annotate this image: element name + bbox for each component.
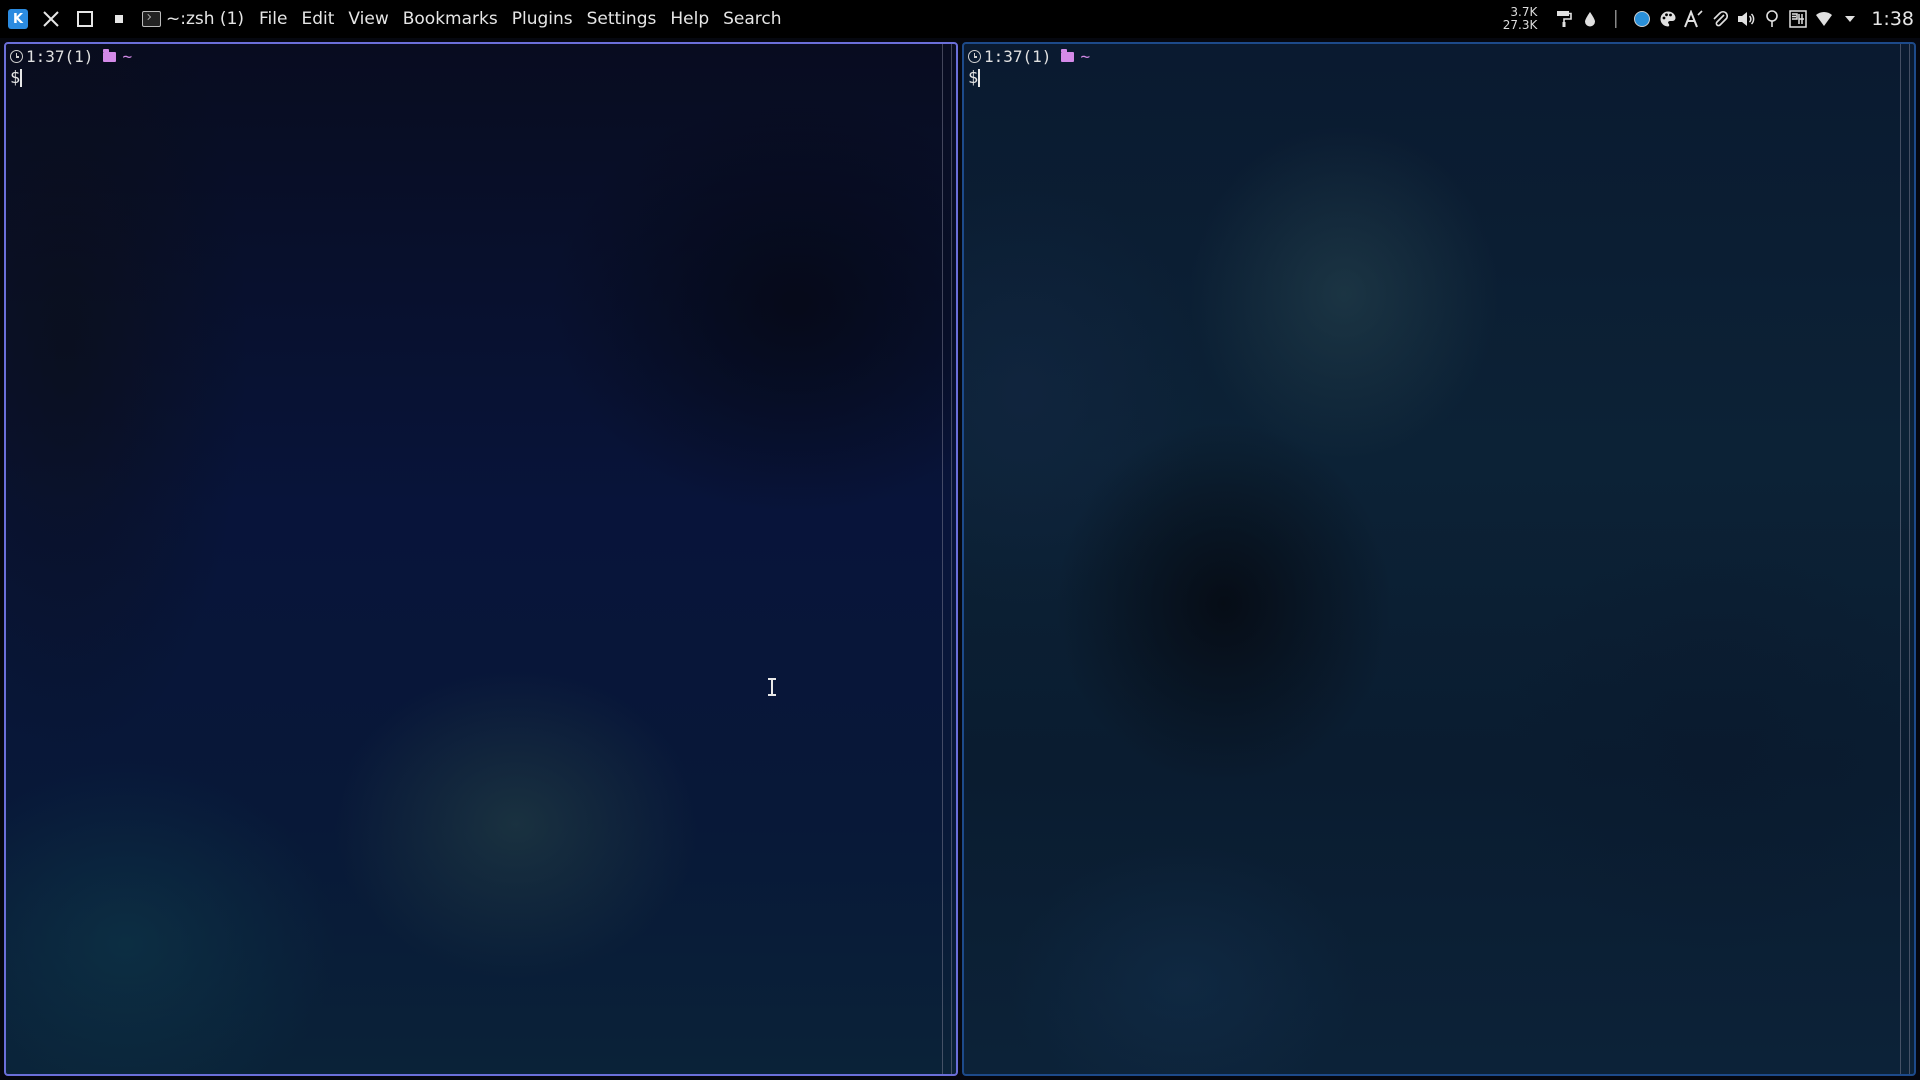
blue-circle-icon[interactable] [1632,9,1652,29]
paperclip-icon[interactable] [1710,9,1730,29]
wifi-icon[interactable] [1814,9,1834,29]
maximize-icon[interactable] [74,8,96,30]
window-controls: K ~:zsh (1) File Edit View Bookmarks Plu… [0,0,789,38]
mouse-ibeam-cursor-icon [768,678,776,696]
top-panel: K ~:zsh (1) File Edit View Bookmarks Plu… [0,0,1920,38]
palette-icon[interactable] [1658,9,1678,29]
scrollbar[interactable] [942,44,952,1074]
system-tray: 3.7K 27.3K 1:38 [1503,0,1920,38]
scrollbar[interactable] [1900,44,1910,1074]
keyboard-layout-icon[interactable] [1788,9,1808,29]
terminal-icon [142,11,161,27]
network-speed[interactable]: 3.7K 27.3K [1503,6,1538,32]
menu-bookmarks[interactable]: Bookmarks [396,9,505,29]
window-title[interactable]: ~:zsh (1) [142,9,244,29]
terminal-pane-left[interactable]: 1:37(1) ~ $ [4,42,958,1076]
menu-view[interactable]: View [341,9,395,29]
prompt-symbol: $ [968,68,979,88]
prompt-directory: ~ [1080,47,1091,66]
menu-bar: File Edit View Bookmarks Plugins Setting… [252,9,789,29]
menu-settings[interactable]: Settings [580,9,664,29]
clock-icon [968,50,981,63]
text-style-icon[interactable] [1684,9,1704,29]
minimize-icon[interactable] [108,8,130,30]
menu-plugins[interactable]: Plugins [505,9,580,29]
prompt-header: 1:37(1) ~ [10,47,132,66]
menu-file[interactable]: File [252,9,294,29]
volume-icon[interactable] [1736,9,1756,29]
prompt-symbol: $ [10,68,21,88]
command-line[interactable]: $ [10,68,23,88]
menu-edit[interactable]: Edit [294,9,341,29]
text-cursor [20,69,23,87]
prompt-header: 1:37(1) ~ [968,47,1090,66]
kde-logo-icon[interactable]: K [8,9,28,29]
droplet-icon[interactable] [1580,9,1600,29]
tray-expand-icon[interactable] [1840,9,1860,29]
command-line[interactable]: $ [968,68,981,88]
location-pin-icon[interactable] [1762,9,1782,29]
netspeed-down: 27.3K [1502,18,1538,32]
text-cursor [978,69,981,87]
separator-icon [1606,9,1626,29]
window-title-text: ~:zsh (1) [166,9,245,29]
prompt-time: 1:37(1) [984,47,1052,66]
menu-help[interactable]: Help [663,9,716,29]
folder-icon [1061,48,1075,62]
terminal-pane-right[interactable]: 1:37(1) ~ $ [962,42,1916,1076]
menu-search[interactable]: Search [716,9,788,29]
folder-icon [103,48,117,62]
close-icon[interactable] [40,8,62,30]
prompt-time: 1:37(1) [26,47,94,66]
panel-clock[interactable]: 1:38 [1871,8,1914,30]
prompt-directory: ~ [122,47,133,66]
clock-icon [10,50,23,63]
paint-roller-icon[interactable] [1554,9,1574,29]
